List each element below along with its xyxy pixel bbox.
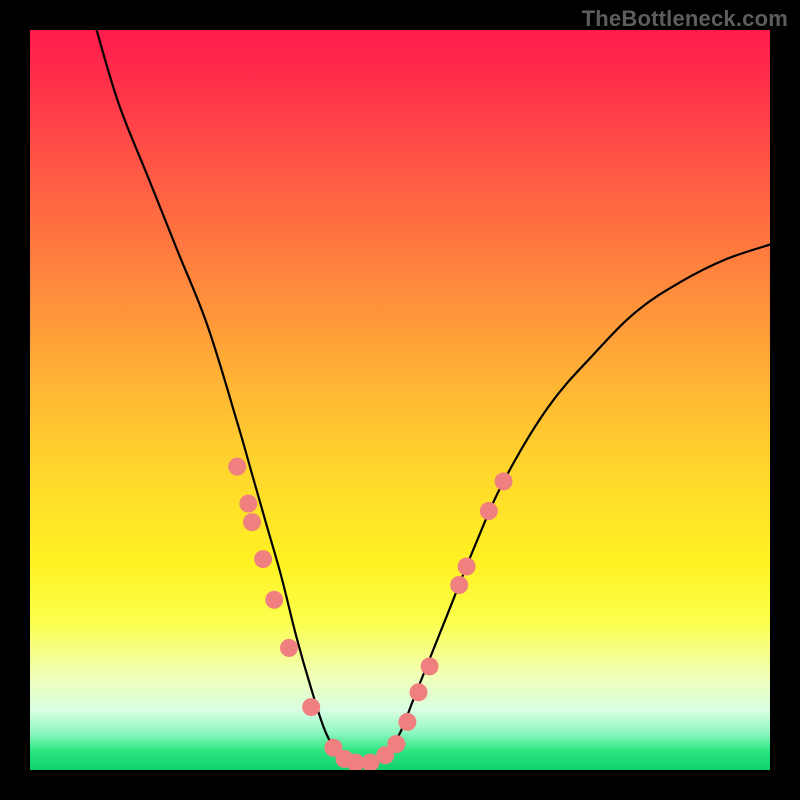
data-marker: [410, 683, 428, 701]
data-marker: [421, 657, 439, 675]
data-marker: [450, 576, 468, 594]
data-marker: [495, 472, 513, 490]
data-marker: [458, 558, 476, 576]
data-marker: [398, 713, 416, 731]
data-marker: [280, 639, 298, 657]
bottleneck-curve: [30, 30, 770, 770]
data-marker: [239, 495, 257, 513]
watermark-text: TheBottleneck.com: [582, 6, 788, 32]
data-marker: [265, 591, 283, 609]
data-marker: [480, 502, 498, 520]
data-marker: [387, 735, 405, 753]
data-marker: [254, 550, 272, 568]
chart-stage: TheBottleneck.com: [0, 0, 800, 800]
plot-area: [30, 30, 770, 770]
data-marker: [243, 513, 261, 531]
bottleneck-curve-path: [97, 30, 770, 764]
data-marker: [228, 458, 246, 476]
data-marker: [302, 698, 320, 716]
